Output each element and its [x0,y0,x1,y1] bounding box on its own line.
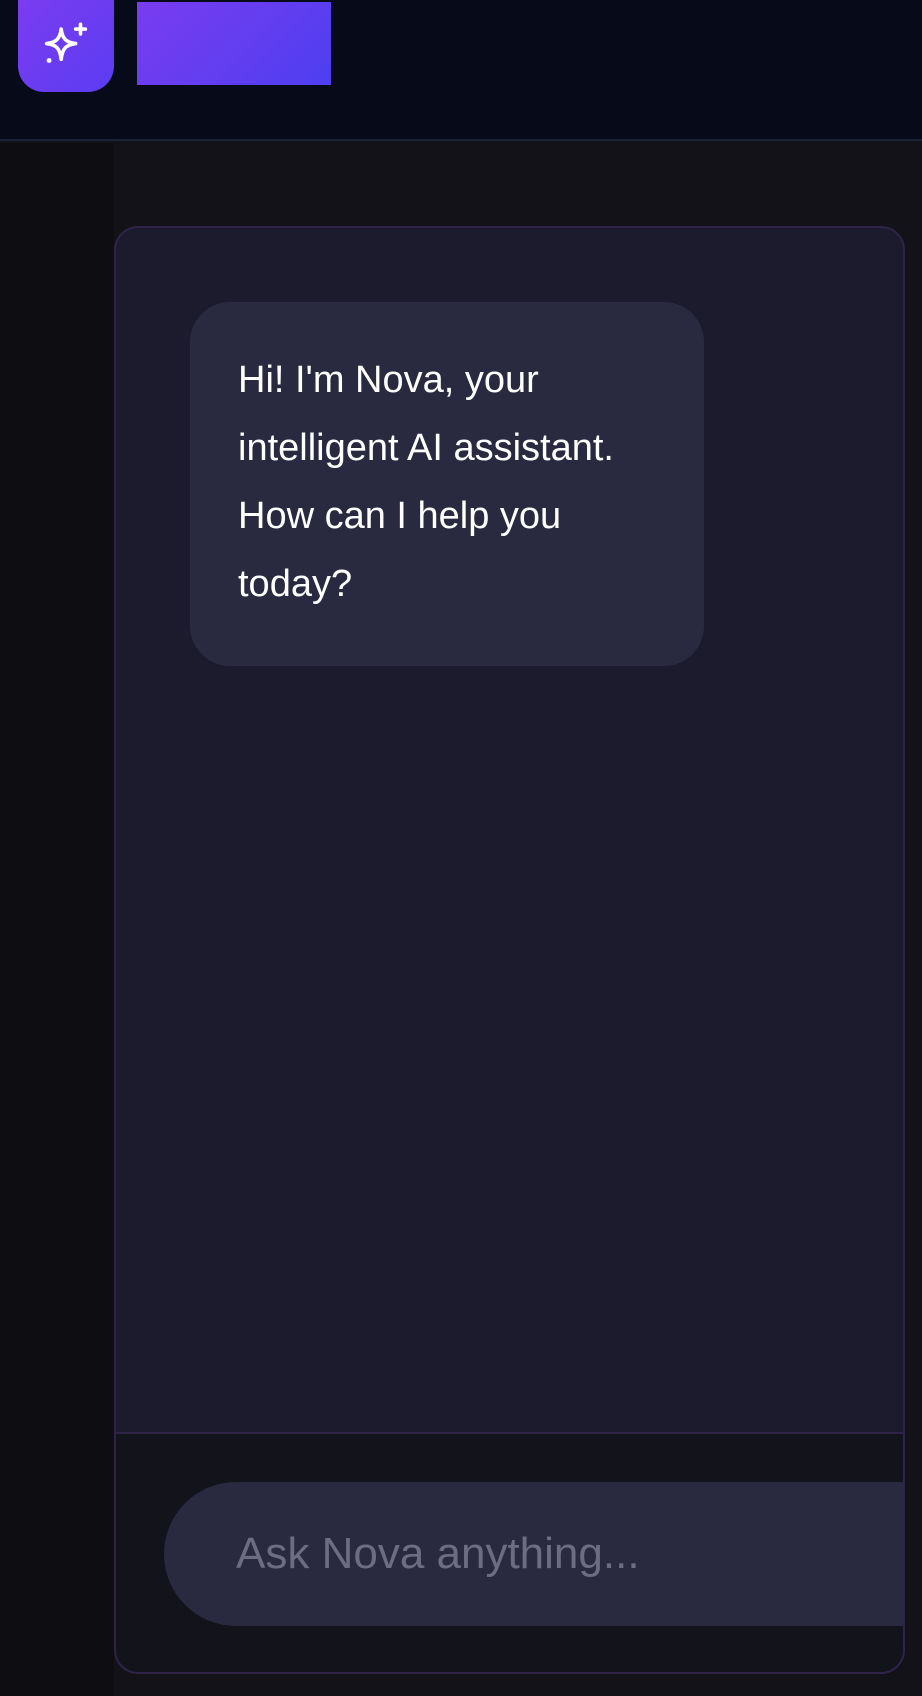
assistant-message-bubble: Hi! I'm Nova, your intelligent AI assist… [190,302,704,666]
app-header [0,0,922,141]
composer [116,1432,903,1672]
side-gutter [0,143,114,1696]
app-logo[interactable] [18,0,114,92]
chat-input[interactable] [164,1482,903,1626]
message-text: Hi! I'm Nova, your intelligent AI assist… [238,359,614,605]
message-list: Hi! I'm Nova, your intelligent AI assist… [116,228,903,1432]
brand-banner [137,2,331,85]
chat-panel: Hi! I'm Nova, your intelligent AI assist… [114,226,905,1674]
sparkle-icon [44,22,88,63]
